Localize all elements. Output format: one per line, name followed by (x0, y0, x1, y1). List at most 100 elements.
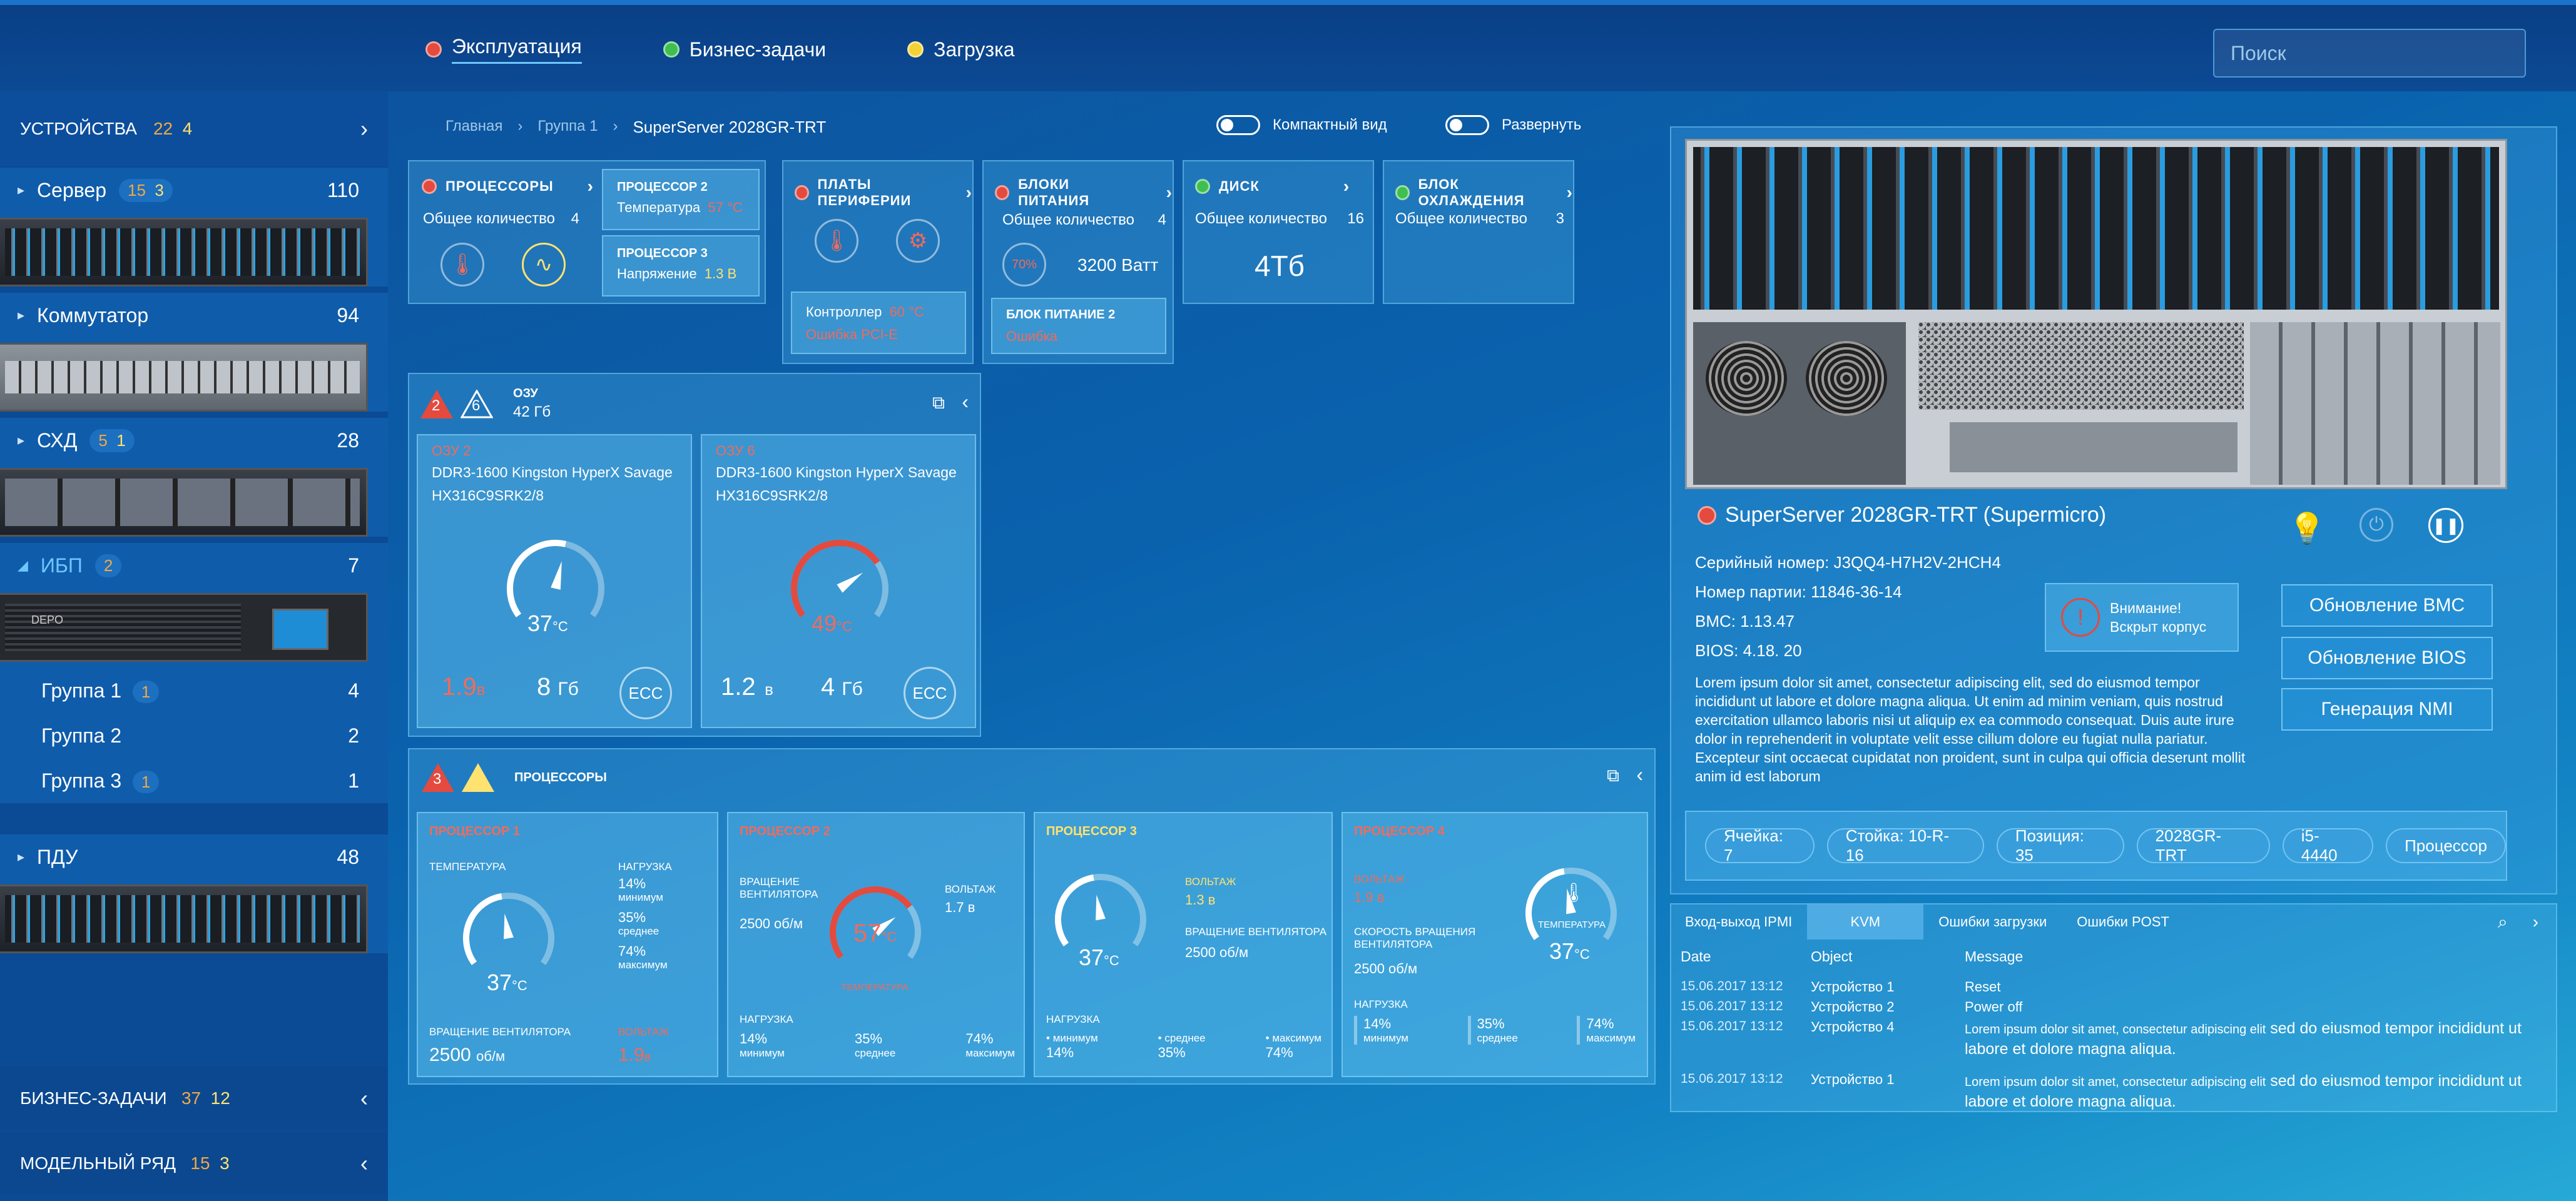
nav-operation[interactable]: Эксплуатация (425, 35, 582, 64)
chevron-right-icon[interactable]: › (360, 116, 368, 142)
psu-card[interactable]: БЛОКИ ПИТАНИЯ › Общее количество 4 70% 3… (982, 160, 1174, 364)
toggle-switch[interactable] (1445, 115, 1489, 135)
cpu-2-card[interactable]: ПРОЦЕССОР 2 ВРАЩЕНИЕ ВЕНТИЛЯТОРА 2500 об… (727, 812, 1025, 1077)
cpu-temp: 37 (487, 970, 512, 995)
chip-cell[interactable]: Ячейка: 7 (1705, 826, 1815, 864)
cooling-title: БЛОК ОХЛАЖДЕНИЯ (1418, 176, 1525, 208)
business-count-warn: 37 (181, 1088, 201, 1108)
sidebar-item-ibp[interactable]: ◢ ИБП 2 7 DEPO Группа 1 1 4 Группа 2 2 Г… (0, 543, 388, 803)
tab-post-errors[interactable]: Ошибки POST (2062, 905, 2184, 940)
search-input[interactable] (2213, 29, 2526, 78)
chevron-left-icon[interactable]: ‹ (1636, 763, 1643, 786)
switch-label: Коммутатор (37, 303, 149, 327)
pause-icon[interactable]: ❚❚ (2428, 508, 2463, 543)
chevron-left-icon[interactable]: ‹ (360, 1150, 368, 1177)
pdu-image (0, 884, 368, 953)
psu2-alert[interactable]: БЛОК ПИТАНИЕ 2 Ошибка (991, 298, 1166, 354)
volt-value: 1.7 в (945, 899, 975, 915)
server-label: Сервер (37, 178, 106, 201)
volt-value: 1.9 (618, 1045, 644, 1065)
sidebar-item-server[interactable]: ▸ Сервер 15 3 110 (0, 168, 388, 286)
search-icon[interactable]: ⌕ (2498, 912, 2508, 933)
controller-alert[interactable]: Контроллер 60 °C Ошибка PCI-E (791, 291, 966, 354)
volt-label: ВОЛЬТАЖ (618, 1026, 669, 1038)
lightbulb-icon[interactable]: 💡 (2288, 510, 2326, 546)
table-row[interactable]: 15.06.2017 13:12 Устройство 1 Lorem ipsu… (1681, 1072, 2557, 1112)
ok-icon (1395, 185, 1410, 200)
group-badge: 1 (132, 770, 160, 793)
chip-type[interactable]: Процессор (2386, 828, 2506, 863)
nav-load[interactable]: Загрузка (907, 35, 1015, 64)
load-max-label: максимум (965, 1047, 1015, 1059)
group-item-3[interactable]: Группа 3 1 1 (0, 758, 388, 803)
periph-card[interactable]: ПЛАТЫ ПЕРИФЕРИИ › 🌡 ⚙ Контроллер 60 °C О… (782, 160, 974, 364)
chip-rack[interactable]: Стойка: 10-R-16 (1826, 826, 1984, 864)
sidebar-item-switch[interactable]: ▸ Коммутатор 94 (0, 293, 388, 412)
cpu-3-card[interactable]: ПРОЦЕССОР 3 37°C ВОЛЬТАЖ 1.3 в ВРАЩЕНИЕ … (1034, 812, 1333, 1077)
ram-module-6[interactable]: ОЗУ 6 DDR3-1600 Kingston HyperX Savage H… (701, 434, 976, 728)
chip-cpu[interactable]: i5-4440 (2282, 826, 2374, 864)
cpu-temp-unit: °C (1104, 953, 1119, 968)
group-badge: 1 (132, 680, 160, 703)
power-icon[interactable]: ⏻ (2360, 508, 2393, 542)
table-row[interactable]: 15.06.2017 13:12 Устройство 1 Reset (1681, 979, 2557, 995)
sidebar-item-pdu[interactable]: ▸ ПДУ 48 (0, 834, 388, 953)
volt-value: 1.9 в (1354, 889, 1385, 905)
cooling-card[interactable]: БЛОК ОХЛАЖДЕНИЯ › Общее количество 3 (1383, 160, 1574, 304)
group-label: Группа 2 (41, 724, 122, 747)
caret-right-icon: ▸ (18, 182, 25, 198)
breadcrumb-home[interactable]: Главная (445, 118, 502, 137)
tab-ipmi[interactable]: Вход-выход IPMI (1670, 905, 1807, 940)
window-icon[interactable]: ⧉ (932, 393, 945, 413)
nav-business[interactable]: Бизнес-задачи (663, 35, 826, 64)
ram-tag: ОЗУ 6 (716, 443, 755, 459)
group-item-2[interactable]: Группа 2 2 (0, 713, 388, 758)
row-date: 15.06.2017 (1681, 1072, 1747, 1086)
load-avg-label: среднее (618, 925, 659, 937)
load-avg: 35% (1477, 1016, 1505, 1031)
bmc-version: BMC: 1.13.47 (1695, 612, 1795, 631)
ram-temp: 49 (812, 611, 837, 636)
cpu-summary-card[interactable]: ПРОЦЕССОРЫ › Общее количество 4 🌡 ∿ ПРОЦ… (408, 160, 766, 304)
chevron-left-icon[interactable]: ‹ (962, 390, 969, 413)
fan-value: 2500 об/м (1354, 961, 1418, 976)
server-description: Lorem ipsum dolor sit amet, consectetur … (1695, 674, 2246, 784)
storage-image (0, 468, 368, 537)
chip-model[interactable]: 2028GR-TRT (2136, 826, 2270, 864)
warning-box: ! Внимание! Вскрыт корпус (2045, 583, 2239, 652)
breadcrumb-group[interactable]: Группа 1 (537, 118, 598, 137)
group-item-1[interactable]: Группа 1 1 4 (0, 668, 388, 713)
compact-view-toggle[interactable]: Компактный вид (1216, 115, 1387, 135)
cpu2-label: Температура (617, 200, 701, 215)
table-row[interactable]: 15.06.2017 13:12 Устройство 4 Lorem ipsu… (1681, 1019, 2557, 1059)
load-label: НАГРУЗКА (618, 861, 672, 873)
cpu3-alert[interactable]: ПРОЦЕССОР 3 Напряжение 1.3 В (602, 235, 760, 296)
chevron-left-icon[interactable]: ‹ (360, 1085, 368, 1112)
tab-kvm[interactable]: KVM (1807, 905, 1924, 940)
update-bios-button[interactable]: Обновление BIOS (2281, 637, 2493, 679)
load-max: 74% (965, 1031, 994, 1046)
sidebar-item-sxd[interactable]: ▸ СХД 5 1 28 (0, 418, 388, 537)
disk-card[interactable]: ДИСК › Общее количество 16 4Тб (1183, 160, 1374, 304)
top-nav: Эксплуатация Бизнес-задачи Загрузка (425, 35, 1015, 64)
update-bmc-button[interactable]: Обновление BMC (2281, 584, 2493, 627)
expand-toggle[interactable]: Развернуть (1445, 115, 1581, 135)
sidebar-model-header[interactable]: МОДЕЛЬНЫЙ РЯД 15 3 ‹ (0, 1132, 388, 1195)
cpu-4-card[interactable]: ПРОЦЕССОР 4 ВОЛЬТАЖ 1.9 в СКОРОСТЬ ВРАЩЕ… (1341, 812, 1648, 1077)
error-triangle-icon: 2 (420, 389, 453, 418)
volt-label: ВОЛЬТАЖ (1354, 873, 1405, 885)
disk-size: 4Тб (1254, 250, 1305, 282)
chip-position[interactable]: Позиция: 35 (1996, 826, 2124, 864)
chevron-right-icon[interactable]: › (2533, 912, 2538, 933)
ram-module-2[interactable]: ОЗУ 2 DDR3-1600 Kingston HyperX Savage H… (417, 434, 692, 728)
tab-boot-errors[interactable]: Ошибки загрузки (1923, 905, 2062, 940)
window-icon[interactable]: ⧉ (1607, 766, 1619, 786)
cpu2-alert[interactable]: ПРОЦЕССОР 2 Температура 57 °C (602, 169, 760, 230)
generate-nmi-button[interactable]: Генерация NMI (2281, 688, 2493, 731)
sidebar-business-header[interactable]: БИЗНЕС-ЗАДАЧИ 37 12 ‹ (0, 1067, 388, 1130)
cpu-1-card[interactable]: ПРОЦЕССОР 1 ТЕМПЕРАТУРА 37°C НАГРУЗКА 14… (417, 812, 718, 1077)
toggle-switch[interactable] (1216, 115, 1260, 135)
psu-power: 3200 Ватт (1077, 255, 1159, 275)
sidebar-devices-header[interactable]: УСТРОЙСТВА 22 4 › (0, 91, 388, 166)
table-row[interactable]: 15.06.2017 13:12 Устройство 2 Power off (1681, 999, 2557, 1015)
